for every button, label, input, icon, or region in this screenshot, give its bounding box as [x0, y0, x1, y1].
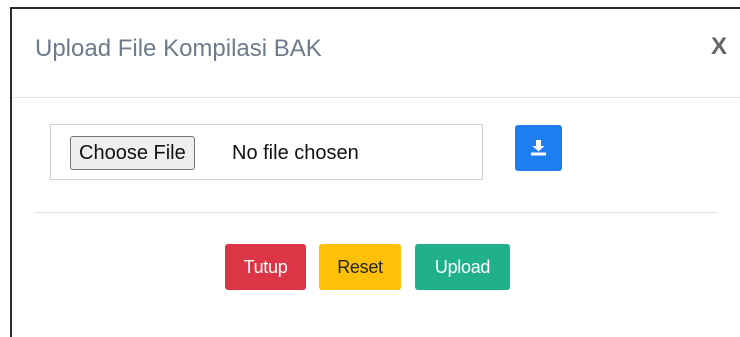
modal-header: Upload File Kompilasi BAK X: [12, 9, 740, 98]
file-status-text: No file chosen: [232, 142, 359, 164]
close-button[interactable]: X: [711, 33, 727, 61]
upload-button[interactable]: Upload: [415, 244, 510, 290]
choose-file-button[interactable]: Choose File: [70, 136, 195, 170]
modal-divider: [34, 212, 718, 213]
modal-title: Upload File Kompilasi BAK: [35, 35, 322, 62]
download-icon: [531, 140, 546, 156]
file-input-field[interactable]: Choose File No file chosen: [50, 124, 483, 180]
reset-button[interactable]: Reset: [319, 244, 401, 290]
tutup-button[interactable]: Tutup: [225, 244, 306, 290]
download-button[interactable]: [515, 125, 562, 171]
upload-modal: Upload File Kompilasi BAK X Choose File …: [10, 7, 740, 337]
